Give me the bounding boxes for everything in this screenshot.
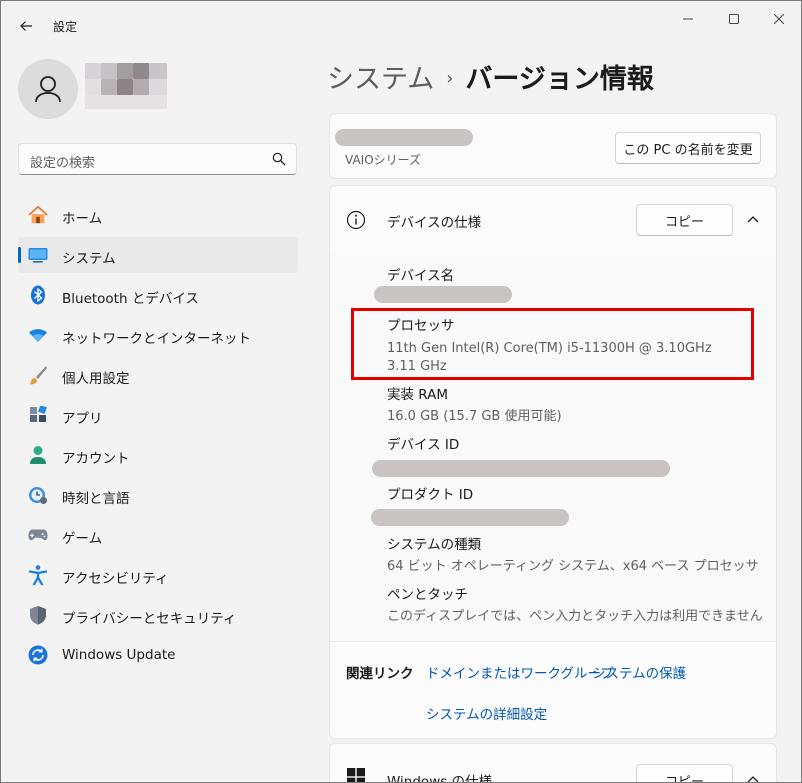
sidebar-item-accessibility[interactable]: アクセシビリティ — [18, 557, 298, 593]
breadcrumb-parent[interactable]: システム — [327, 64, 434, 95]
device-specs-title: デバイスの仕様 — [387, 215, 482, 231]
sidebar-item-bluetooth[interactable]: Bluetooth とデバイス — [18, 277, 298, 313]
sidebar-item-apps[interactable]: アプリ — [18, 397, 298, 433]
sidebar-item-windows-update[interactable]: Windows Update — [18, 637, 298, 673]
device-specs-header[interactable]: デバイスの仕様 コピー — [330, 186, 776, 255]
chevron-up-icon[interactable] — [747, 775, 759, 783]
minimize-button[interactable] — [665, 7, 711, 31]
sidebar-item-home[interactable]: ホーム — [18, 197, 298, 233]
spec-value-pen-touch: このディスプレイでは、ペン入力とタッチ入力は利用できません — [387, 609, 763, 624]
sidebar-item-label: Windows Update — [62, 647, 176, 663]
time-language-icon — [28, 485, 48, 505]
rename-pc-button[interactable]: この PC の名前を変更 — [615, 132, 761, 164]
sidebar-item-label: プライバシーとセキュリティ — [62, 611, 237, 627]
search-icon — [272, 152, 286, 166]
device-id-value-redacted — [372, 460, 670, 477]
shield-icon — [28, 605, 48, 625]
settings-window: 設定 設定の検索 ホーム システム Bluetooth とデバイス ネットワーク… — [0, 0, 802, 783]
title-bar: 設定 — [1, 1, 801, 49]
minimize-icon — [683, 18, 693, 20]
bluetooth-icon — [28, 285, 48, 305]
spec-label-device-name: デバイス名 — [387, 268, 455, 284]
sidebar-item-time-language[interactable]: 時刻と言語 — [18, 477, 298, 513]
sidebar-item-label: 時刻と言語 — [62, 491, 130, 507]
maximize-icon — [729, 14, 739, 24]
back-arrow-icon — [20, 21, 32, 31]
gamepad-icon — [28, 525, 48, 545]
close-icon — [774, 14, 784, 24]
page-title: バージョン情報 — [465, 64, 654, 95]
windows-specs-card[interactable]: Windows の仕様 コピー — [329, 743, 777, 783]
spec-value-system-type: 64 ビット オペレーティング システム、x64 ベース プロセッサ — [387, 559, 759, 574]
processor-highlight-box — [351, 308, 754, 380]
brush-icon — [28, 365, 48, 385]
spec-label-device-id: デバイス ID — [387, 437, 460, 453]
spec-label-ram: 実装 RAM — [387, 387, 449, 403]
sidebar-nav: ホーム システム Bluetooth とデバイス ネットワークとインターネット — [18, 197, 298, 677]
sidebar-item-label: 個人用設定 — [62, 371, 130, 387]
apps-icon — [28, 405, 48, 425]
spec-label-system-type: システムの種類 — [387, 537, 482, 553]
device-card: VAIOシリーズ この PC の名前を変更 — [329, 113, 777, 179]
link-domain-workgroup[interactable]: ドメインまたはワークグループ — [426, 662, 614, 682]
sidebar-item-label: ゲーム — [62, 531, 103, 547]
windows-specs-title: Windows の仕様 — [387, 774, 493, 783]
device-name-value-redacted — [374, 286, 512, 303]
sidebar-item-label: アクセシビリティ — [62, 571, 169, 587]
related-links-label: 関連リンク — [346, 666, 414, 682]
search-placeholder: 設定の検索 — [30, 156, 96, 171]
breadcrumb: システム › バージョン情報 — [327, 57, 654, 96]
avatar[interactable] — [18, 59, 78, 119]
info-icon — [346, 210, 366, 230]
device-name-redacted — [335, 129, 473, 146]
sidebar-item-label: ホーム — [62, 211, 103, 227]
related-links: 関連リンク ドメインまたはワークグループ システムの保護 システムの詳細設定 — [330, 641, 776, 739]
spec-label-pen-touch: ペンとタッチ — [387, 587, 468, 603]
link-system-protection[interactable]: システムの保護 — [592, 662, 686, 682]
sidebar-item-accounts[interactable]: アカウント — [18, 437, 298, 473]
sidebar-item-personalization[interactable]: 個人用設定 — [18, 357, 298, 393]
copy-windows-specs-button[interactable]: コピー — [636, 764, 733, 782]
windows-logo-icon — [347, 768, 365, 782]
sidebar-item-privacy-security[interactable]: プライバシーとセキュリティ — [18, 597, 298, 633]
search-input[interactable]: 設定の検索 — [18, 143, 297, 175]
system-icon — [28, 245, 48, 265]
sidebar-item-label: Bluetooth とデバイス — [62, 291, 199, 307]
home-icon — [28, 205, 48, 225]
sidebar-item-label: ネットワークとインターネット — [62, 331, 251, 347]
link-advanced-system-settings[interactable]: システムの詳細設定 — [426, 703, 547, 723]
selection-indicator — [18, 247, 21, 263]
breadcrumb-separator: › — [446, 68, 454, 89]
wifi-icon — [28, 325, 48, 345]
spec-label-product-id: プロダクト ID — [387, 487, 474, 503]
back-button[interactable] — [15, 15, 37, 37]
close-button[interactable] — [756, 7, 801, 31]
app-title: 設定 — [53, 20, 78, 34]
sidebar-item-label: アカウント — [62, 451, 130, 467]
spec-value-ram: 16.0 GB (15.7 GB 使用可能) — [387, 409, 562, 424]
accessibility-icon — [28, 565, 48, 585]
sidebar-item-gaming[interactable]: ゲーム — [18, 517, 298, 553]
sidebar-item-network[interactable]: ネットワークとインターネット — [18, 317, 298, 353]
copy-specs-button[interactable]: コピー — [636, 204, 733, 236]
chevron-up-icon[interactable] — [747, 215, 759, 223]
account-icon — [28, 445, 48, 465]
device-specs-card: デバイスの仕様 コピー デバイス名 プロセッサ 11th Gen Intel(R… — [329, 185, 777, 739]
sidebar-item-label: アプリ — [62, 411, 103, 427]
product-id-value-redacted — [371, 509, 569, 526]
update-icon — [28, 645, 48, 665]
sidebar-item-label: システム — [62, 251, 116, 267]
sidebar-item-system[interactable]: システム — [18, 237, 298, 273]
user-icon — [35, 76, 61, 103]
maximize-button[interactable] — [711, 7, 757, 31]
device-model: VAIOシリーズ — [345, 153, 422, 167]
